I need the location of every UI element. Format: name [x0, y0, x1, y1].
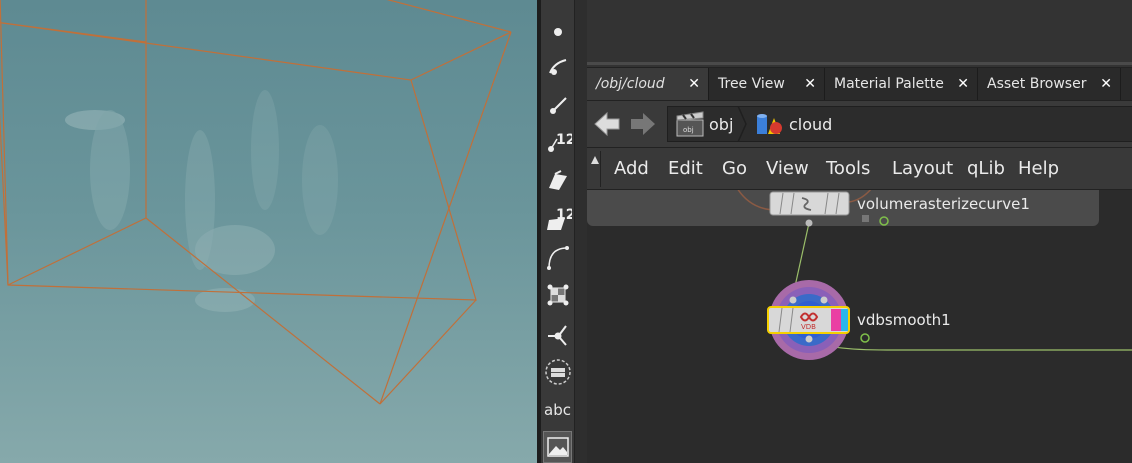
tab-material-palette[interactable]: Material Palette ✕	[825, 68, 978, 100]
network-canvas[interactable]: VDB volumerasterizecurve1 vdbsmooth1	[587, 190, 1132, 463]
tab-tree-view[interactable]: Tree View ✕	[709, 68, 825, 100]
edit-polys-count: 12	[556, 207, 572, 223]
pane-tab-bar: /obj/cloud ✕ Tree View ✕ Material Palett…	[587, 68, 1132, 100]
close-icon[interactable]: ✕	[688, 76, 700, 92]
node-label-volumerasterizecurve1[interactable]: volumerasterizecurve1	[857, 195, 1030, 213]
path-bar: obj obj cloud	[587, 100, 1132, 147]
volume-cloud	[65, 90, 338, 312]
handle-tool-icon[interactable]	[543, 318, 572, 350]
breadcrumb-obj[interactable]: obj obj	[675, 108, 733, 140]
node-vdbsmooth1: VDB	[767, 280, 870, 360]
scene-viewport[interactable]	[0, 0, 537, 463]
breadcrumb-cloud[interactable]: cloud	[755, 108, 832, 140]
breadcrumb-separator	[737, 106, 747, 142]
close-icon[interactable]: ✕	[1100, 76, 1112, 92]
toolbar-separator	[574, 0, 587, 463]
tab-label: Asset Browser	[987, 76, 1087, 92]
menu-add[interactable]: Add	[614, 158, 649, 179]
network-editor-pane: /obj/cloud ✕ Tree View ✕ Material Palett…	[587, 0, 1132, 463]
transform-tool-icon[interactable]	[543, 279, 572, 311]
node-label-vdbsmooth1[interactable]: vdbsmooth1	[857, 311, 951, 329]
edit-points-count: 12	[556, 132, 572, 148]
menu-help[interactable]: Help	[1018, 158, 1059, 179]
tab-label: /obj/cloud	[596, 76, 665, 92]
breadcrumb-label: obj	[709, 114, 734, 134]
back-arrow-icon[interactable]	[593, 110, 623, 138]
close-icon[interactable]: ✕	[804, 76, 816, 92]
point-tool-icon[interactable]	[543, 13, 572, 45]
wire-downstream	[808, 339, 1132, 351]
forward-arrow-icon[interactable]	[629, 110, 659, 138]
tab-overflow[interactable]	[1121, 68, 1132, 100]
tab-label: Material Palette	[834, 76, 944, 92]
vdb-badge: VDB	[801, 323, 816, 331]
curve-tool-icon[interactable]	[543, 51, 572, 83]
text-tool-icon[interactable]: abc	[543, 394, 572, 426]
geometry-shapes-icon	[757, 114, 782, 134]
menu-collapse-handle[interactable]	[590, 151, 601, 187]
text-tool-label: abc	[544, 401, 571, 419]
draw-tool-icon[interactable]	[543, 89, 572, 121]
tab-label: Tree View	[718, 76, 785, 92]
upper-pane-strip	[587, 0, 1132, 68]
close-icon[interactable]: ✕	[957, 76, 969, 92]
viewport-toolbar: 12 12 abc	[541, 0, 574, 463]
bezier-tool-icon[interactable]	[543, 241, 572, 273]
svg-text:obj: obj	[683, 126, 694, 134]
network-menu-bar: Add Edit Go View Tools Layout qLib Help	[587, 147, 1132, 190]
circle-select-icon[interactable]	[543, 356, 572, 388]
menu-view[interactable]: View	[766, 158, 809, 179]
tab-obj-cloud[interactable]: /obj/cloud ✕	[587, 68, 709, 100]
poly-tool-icon[interactable]	[543, 165, 572, 197]
image-tool-icon[interactable]	[543, 431, 572, 463]
edit-polys-icon[interactable]: 12	[543, 203, 572, 235]
viewport-scene	[0, 0, 512, 405]
menu-tools[interactable]: Tools	[826, 158, 870, 179]
menu-layout[interactable]: Layout	[892, 158, 953, 179]
bounding-box	[0, 0, 512, 405]
menu-go[interactable]: Go	[722, 158, 747, 179]
menu-qlib[interactable]: qLib	[967, 158, 1005, 179]
menu-edit[interactable]: Edit	[668, 158, 703, 179]
tab-asset-browser[interactable]: Asset Browser ✕	[978, 68, 1121, 100]
edit-points-icon[interactable]: 12	[543, 126, 572, 158]
breadcrumb-label: cloud	[789, 114, 833, 134]
obj-clapper-icon: obj	[676, 111, 704, 137]
